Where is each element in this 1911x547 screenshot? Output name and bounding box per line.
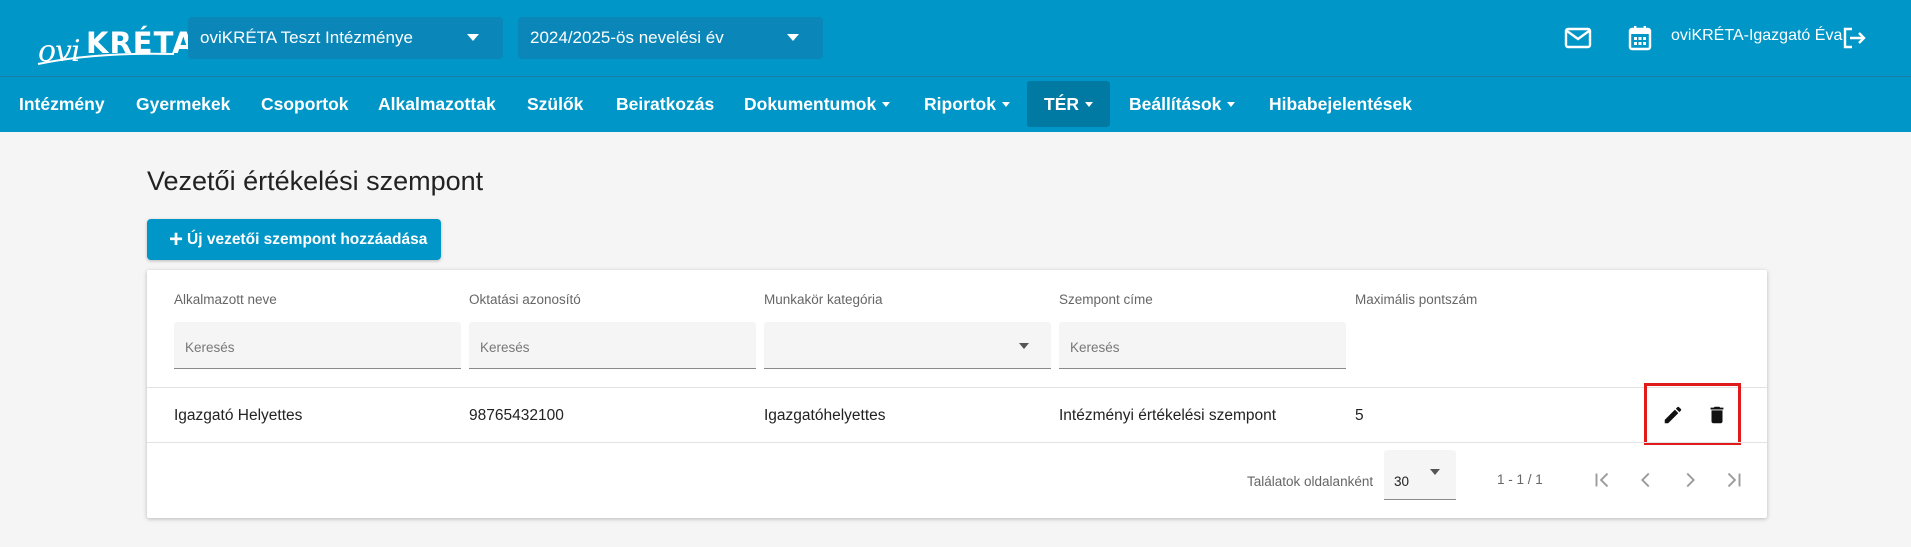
row-divider bbox=[147, 442, 1767, 443]
nav-item-gyermekek[interactable]: Gyermekek bbox=[136, 77, 230, 132]
employee-name-search-input[interactable]: Keresés bbox=[174, 322, 461, 369]
criterion-title-search-input[interactable]: Keresés bbox=[1059, 322, 1346, 369]
column-header-job-category[interactable]: Munkakör kategória bbox=[764, 292, 883, 307]
nav-item-label: Beállítások bbox=[1129, 94, 1222, 114]
search-placeholder: Keresés bbox=[480, 340, 530, 355]
cell-education-id: 98765432100 bbox=[469, 407, 564, 424]
nav-item-hibabejelentesek[interactable]: Hibabejelentések bbox=[1269, 77, 1412, 132]
nav-item-label: Beiratkozás bbox=[616, 94, 715, 114]
pagination-range: 1 - 1 / 1 bbox=[1497, 472, 1543, 487]
nav-item-label: Csoportok bbox=[261, 94, 349, 114]
criteria-table: Alkalmazott neve Oktatási azonosító Munk… bbox=[147, 270, 1767, 518]
trash-icon[interactable] bbox=[1703, 401, 1731, 429]
caret-down-icon bbox=[1019, 343, 1029, 349]
caret-down-icon bbox=[1001, 102, 1010, 107]
first-page-icon[interactable] bbox=[1588, 466, 1616, 494]
cell-criterion-title: Intézményi értékelési szempont bbox=[1059, 407, 1277, 424]
nav-item-label: Riportok bbox=[924, 94, 996, 114]
nav-item-label: Intézmény bbox=[19, 94, 105, 114]
add-criterion-button[interactable]: + Új vezetői szempont hozzáadása bbox=[147, 219, 441, 260]
nav-item-riportok[interactable]: Riportok bbox=[924, 77, 1010, 132]
institution-select[interactable]: oviKRÉTA Teszt Intézménye bbox=[188, 17, 503, 59]
caret-down-icon bbox=[1227, 102, 1236, 107]
column-header-education-id[interactable]: Oktatási azonosító bbox=[469, 292, 581, 307]
nav-item-csoportok[interactable]: Csoportok bbox=[261, 77, 349, 132]
school-year-select-value: 2024/2025-ös nevelési év bbox=[530, 28, 724, 47]
nav-item-label: Dokumentumok bbox=[744, 94, 877, 114]
caret-down-icon bbox=[882, 102, 891, 107]
add-criterion-button-label: Új vezetői szempont hozzáadása bbox=[187, 230, 428, 248]
cell-employee-name: Igazgató Helyettes bbox=[174, 407, 303, 424]
search-placeholder: Keresés bbox=[185, 340, 235, 355]
next-page-icon[interactable] bbox=[1676, 466, 1704, 494]
previous-page-icon[interactable] bbox=[1632, 466, 1660, 494]
column-header-max-score[interactable]: Maximális pontszám bbox=[1355, 292, 1477, 307]
cell-max-score: 5 bbox=[1355, 407, 1364, 424]
nav-item-label: Alkalmazottak bbox=[378, 94, 496, 114]
caret-down-icon bbox=[1085, 101, 1093, 107]
last-page-icon[interactable] bbox=[1720, 466, 1748, 494]
items-per-page-label: Találatok oldalanként bbox=[1247, 474, 1374, 489]
plus-icon: + bbox=[169, 225, 184, 253]
nav-item-label: Hibabejelentések bbox=[1269, 94, 1412, 114]
chevron-down-icon bbox=[467, 34, 479, 41]
job-category-filter-select[interactable] bbox=[764, 322, 1051, 369]
row-divider bbox=[147, 387, 1767, 388]
column-header-criterion-title[interactable]: Szempont címe bbox=[1059, 292, 1153, 307]
school-year-select[interactable]: 2024/2025-ös nevelési év bbox=[518, 17, 823, 59]
institution-select-value: oviKRÉTA Teszt Intézménye bbox=[200, 28, 413, 47]
chevron-down-icon bbox=[787, 34, 799, 41]
items-per-page-select[interactable]: 30 bbox=[1384, 450, 1456, 500]
logo-swoosh bbox=[37, 52, 175, 65]
caret-down-icon bbox=[1430, 469, 1440, 475]
calendar-icon[interactable] bbox=[1624, 22, 1656, 54]
column-header-employee-name[interactable]: Alkalmazott neve bbox=[174, 292, 277, 307]
top-bar: ovi KRÉTA oviKRÉTA Teszt Intézménye 2024… bbox=[0, 0, 1911, 76]
nav-item-beiratkozas[interactable]: Beiratkozás bbox=[616, 77, 714, 132]
user-name[interactable]: oviKRÉTA-Igazgató Éva bbox=[1671, 27, 1842, 45]
nav-item-label: Gyermekek bbox=[136, 94, 231, 114]
main-navigation: Intézmény Gyermekek Csoportok Alkalmazot… bbox=[0, 76, 1911, 132]
app-logo[interactable]: ovi KRÉTA bbox=[36, 16, 195, 69]
nav-item-alkalmazottak[interactable]: Alkalmazottak bbox=[378, 77, 496, 132]
logout-icon[interactable] bbox=[1838, 22, 1870, 54]
cell-job-category: Igazgatóhelyettes bbox=[764, 407, 886, 424]
nav-item-dokumentumok[interactable]: Dokumentumok bbox=[744, 77, 891, 132]
nav-item-beallitasok[interactable]: Beállítások bbox=[1129, 77, 1236, 132]
pencil-icon[interactable] bbox=[1659, 401, 1687, 429]
items-per-page-value: 30 bbox=[1394, 474, 1410, 489]
search-placeholder: Keresés bbox=[1070, 340, 1120, 355]
page-title: Vezetői értékelési szempont bbox=[147, 166, 484, 196]
education-id-search-input[interactable]: Keresés bbox=[469, 322, 756, 369]
nav-item-szulok[interactable]: Szülők bbox=[527, 77, 583, 132]
nav-item-label: TÉR bbox=[1044, 93, 1079, 114]
nav-item-ter[interactable]: TÉR bbox=[1027, 81, 1110, 127]
nav-item-label: Szülők bbox=[527, 94, 584, 114]
nav-item-intezmeny[interactable]: Intézmény bbox=[19, 77, 105, 132]
mail-icon[interactable] bbox=[1562, 22, 1594, 54]
